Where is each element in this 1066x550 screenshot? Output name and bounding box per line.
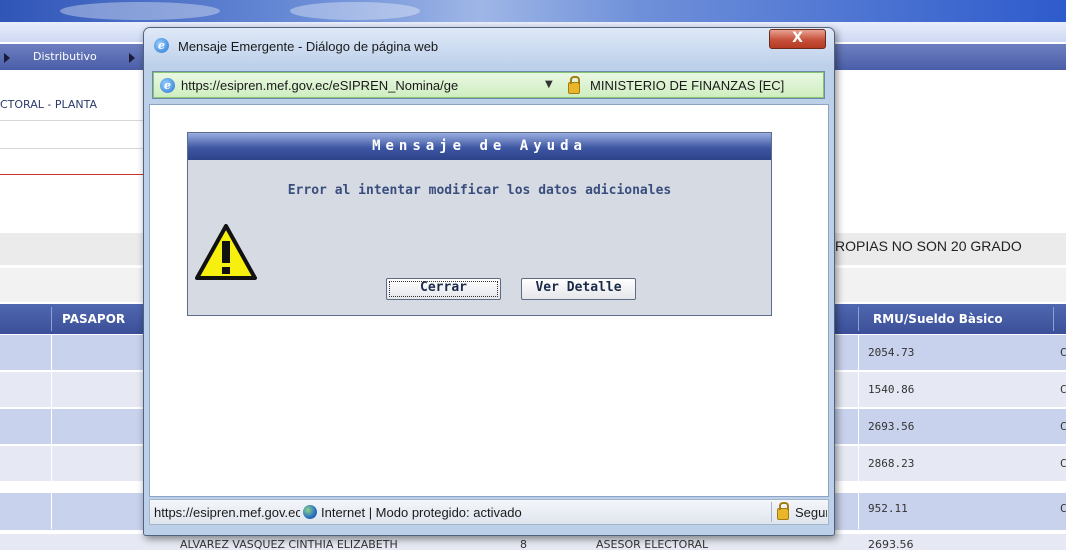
column-header-rmu[interactable]: RMU/Sueldo Bàsico bbox=[873, 312, 1003, 326]
ver-detalle-button[interactable]: Ver Detalle bbox=[521, 278, 636, 300]
status-url: https://esipren.mef.gov.ec bbox=[154, 505, 300, 520]
number-cell: 8 bbox=[520, 538, 527, 550]
url-text: https://esipren.mef.gov.ec/eSIPREN_Nomin… bbox=[181, 78, 459, 93]
menu-item-distributivo[interactable]: Distributivo bbox=[33, 50, 97, 63]
cerrar-button[interactable]: Cerrar bbox=[386, 278, 501, 300]
site-banner bbox=[0, 0, 1066, 22]
certificate-label[interactable]: MINISTERIO DE FINANZAS [EC] bbox=[590, 78, 784, 93]
divider bbox=[0, 174, 150, 175]
ie-icon: e bbox=[160, 78, 175, 93]
window-title: Mensaje Emergente - Diálogo de página we… bbox=[178, 39, 439, 54]
rmu-cell: 952.11 bbox=[868, 502, 908, 515]
breadcrumb: CTORAL - PLANTA bbox=[0, 98, 98, 111]
close-icon: X bbox=[792, 30, 803, 46]
warning-icon bbox=[195, 224, 257, 280]
dialog-content: Mensaje de Ayuda Error al intentar modif… bbox=[149, 104, 829, 497]
security-label[interactable]: Seguridad bbox=[795, 505, 827, 520]
column-header-pasaporte[interactable]: PASAPOR bbox=[62, 312, 125, 326]
table-cell: C bbox=[1060, 502, 1066, 515]
menu-arrow-icon bbox=[129, 53, 135, 63]
error-message: Error al intentar modificar los datos ad… bbox=[287, 183, 672, 198]
divider bbox=[0, 120, 150, 121]
rmu-cell: 2693.56 bbox=[868, 538, 914, 550]
address-bar[interactable]: e https://esipren.mef.gov.ec/eSIPREN_Nom… bbox=[152, 71, 825, 99]
rmu-cell: 2693.56 bbox=[868, 420, 915, 433]
table-row[interactable]: ALVAREZ VASQUEZ CINTHIA ELIZABETH 8 ASES… bbox=[0, 534, 1066, 550]
popup-window: e Mensaje Emergente - Diálogo de página … bbox=[143, 27, 835, 536]
notice-text: ROPIAS NO SON 20 GRADO bbox=[835, 238, 1022, 254]
globe-icon bbox=[303, 505, 317, 519]
table-cell: C bbox=[1060, 420, 1066, 433]
rmu-cell: 1540.86 bbox=[868, 383, 915, 396]
cargo-cell: ASESOR ELECTORAL bbox=[596, 538, 709, 550]
table-cell: C bbox=[1060, 383, 1066, 396]
table-cell: C bbox=[1060, 346, 1066, 359]
rmu-cell: 2868.23 bbox=[868, 457, 915, 470]
dropdown-icon[interactable]: ▼ bbox=[545, 79, 553, 90]
title-bar[interactable]: e Mensaje Emergente - Diálogo de página … bbox=[144, 28, 834, 64]
menu-arrow-icon bbox=[4, 53, 10, 63]
close-button[interactable]: X bbox=[769, 29, 826, 49]
status-bar: https://esipren.mef.gov.ec Internet | Mo… bbox=[149, 499, 829, 525]
message-title: Mensaje de Ayuda bbox=[188, 133, 771, 160]
rmu-cell: 2054.73 bbox=[868, 346, 915, 359]
lock-icon[interactable] bbox=[568, 76, 580, 94]
ie-icon: e bbox=[154, 38, 169, 53]
name-cell: ALVAREZ VASQUEZ CINTHIA ELIZABETH bbox=[180, 538, 398, 550]
divider bbox=[0, 148, 150, 149]
security-zone[interactable]: Internet | Modo protegido: activado bbox=[321, 505, 522, 520]
message-box: Mensaje de Ayuda Error al intentar modif… bbox=[187, 132, 772, 316]
lock-icon[interactable] bbox=[777, 502, 789, 520]
table-cell: C bbox=[1060, 457, 1066, 470]
